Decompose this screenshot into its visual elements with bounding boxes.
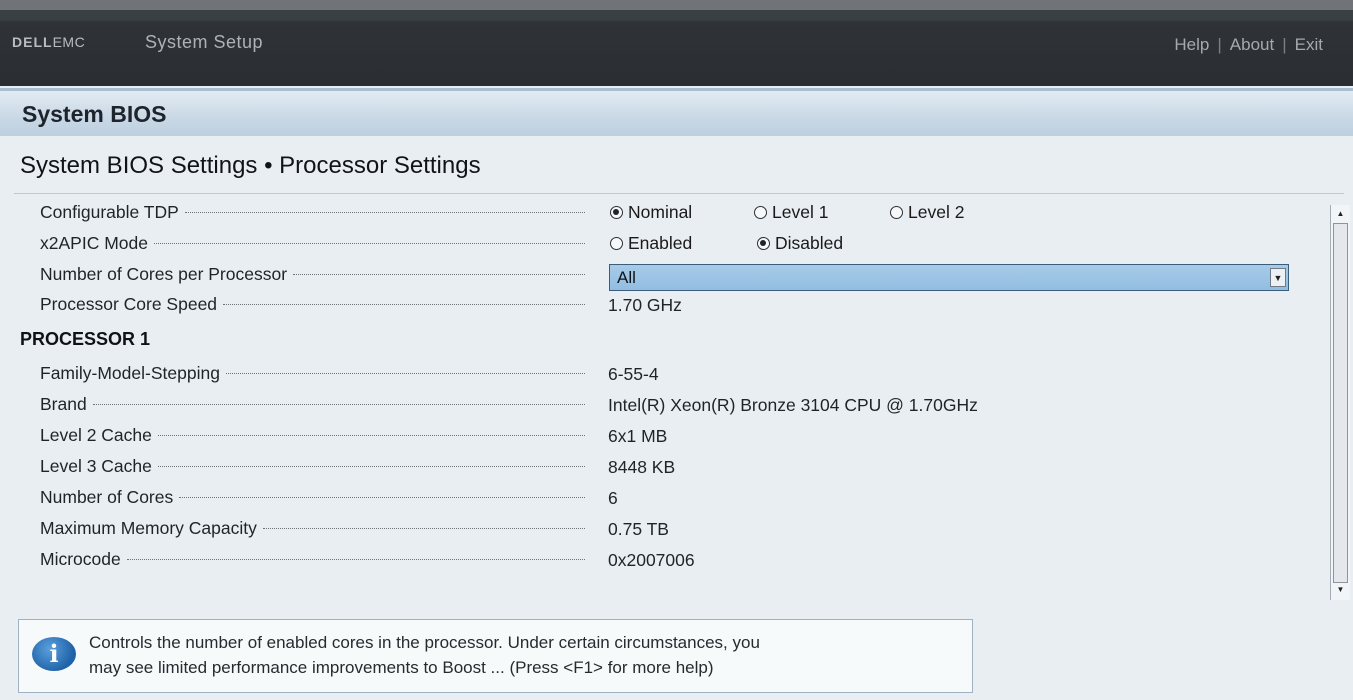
setting-label: Processor Core Speed [40,294,585,315]
setting-value: 1.70 GHz [608,295,682,315]
radio-tdp-level-2[interactable]: Level 2 [890,202,964,223]
top-bar: DELLEMC System Setup Help | About | Exit [0,0,1353,86]
link-separator: | [1217,35,1222,54]
info-value: 6 [608,488,618,508]
breadcrumb-divider [14,193,1344,194]
info-value: 8448 KB [608,457,676,477]
radio-x2apic-enabled[interactable]: Enabled [610,233,692,254]
radio-tdp-level-1[interactable]: Level 1 [754,202,828,223]
page-header: System BIOS [0,88,1353,136]
help-text-line: Controls the number of enabled cores in … [89,633,760,652]
info-row: Microcode 0x2007006 [0,547,1320,575]
scroll-up-icon[interactable]: ▲ [1333,207,1348,221]
info-value: 0.75 TB [608,519,669,539]
info-label: Brand [40,394,585,415]
setting-label: x2APIC Mode [40,233,585,254]
logo-dell: DELL [12,34,53,50]
cores-per-processor-select[interactable]: All ▼ [609,264,1289,291]
app-title: System Setup [145,32,264,52]
help-text-line: may see limited performance improvements… [89,658,714,677]
scroll-down-icon[interactable]: ▼ [1333,583,1348,597]
setting-row-core-speed: Processor Core Speed 1.70 GHz [0,292,1320,320]
logo-emc: EMC [52,34,86,50]
about-link[interactable]: About [1230,35,1274,54]
radio-unselected-icon [610,237,623,250]
setting-label: Configurable TDP [40,202,585,223]
select-value: All [617,268,636,287]
setting-row-configurable-tdp: Configurable TDP Nominal Level 1 Level 2 [0,200,1320,228]
radio-selected-icon [610,206,623,219]
radio-tdp-nominal[interactable]: Nominal [610,202,692,223]
info-row: Brand Intel(R) Xeon(R) Bronze 3104 CPU @… [0,392,1320,420]
setting-row-x2apic-mode: x2APIC Mode Enabled Disabled [0,231,1320,259]
radio-unselected-icon [890,206,903,219]
help-link[interactable]: Help [1174,35,1209,54]
info-row: Maximum Memory Capacity 0.75 TB [0,516,1320,544]
info-value: 6-55-4 [608,364,659,384]
info-row: Number of Cores 6 [0,485,1320,513]
info-label: Level 3 Cache [40,456,585,477]
radio-unselected-icon [754,206,767,219]
info-value: 0x2007006 [608,550,695,570]
info-label: Microcode [40,549,585,570]
info-row: Level 2 Cache 6x1 MB [0,423,1320,451]
top-links: Help | About | Exit [1174,35,1323,55]
info-label: Family-Model-Stepping [40,363,585,384]
radio-x2apic-disabled[interactable]: Disabled [757,233,843,254]
exit-link[interactable]: Exit [1295,35,1323,54]
info-value: 6x1 MB [608,426,668,446]
info-label: Number of Cores [40,487,585,508]
breadcrumb: System BIOS Settings • Processor Setting… [20,152,481,179]
page-title: System BIOS [22,101,167,127]
section-title-processor-1: PROCESSOR 1 [20,329,151,349]
chevron-down-icon[interactable]: ▼ [1270,268,1286,287]
info-value: Intel(R) Xeon(R) Bronze 3104 CPU @ 1.70G… [608,395,978,415]
scrollbar-thumb[interactable] [1333,223,1348,583]
setting-label: Number of Cores per Processor [40,264,585,285]
info-row: Level 3 Cache 8448 KB [0,454,1320,482]
help-box: i Controls the number of enabled cores i… [18,619,973,693]
radio-selected-icon [757,237,770,250]
link-separator: | [1282,35,1287,54]
info-label: Level 2 Cache [40,425,585,446]
settings-panel: Configurable TDP Nominal Level 1 Level 2… [0,196,1320,596]
help-text: Controls the number of enabled cores in … [89,630,959,680]
dell-emc-logo: DELLEMC [12,34,85,50]
info-label: Maximum Memory Capacity [40,518,585,539]
info-row: Family-Model-Stepping 6-55-4 [0,361,1320,389]
vertical-scrollbar[interactable]: ▲ ▼ [1330,205,1350,600]
info-icon: i [32,637,76,671]
